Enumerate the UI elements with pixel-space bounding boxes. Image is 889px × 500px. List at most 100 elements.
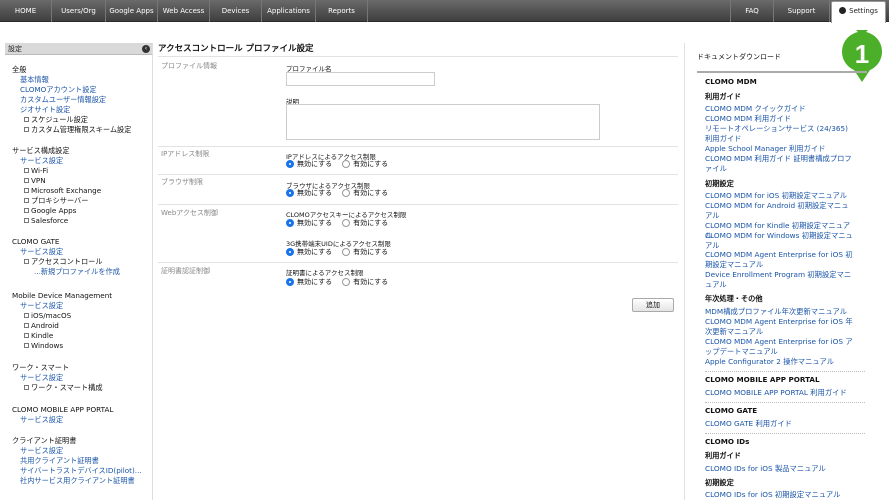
description-textarea[interactable] xyxy=(286,104,600,140)
sidebar-subitem[interactable]: スケジュール設定 xyxy=(12,115,131,125)
new-profile-link[interactable]: ...新規プロファイルを作成 xyxy=(12,267,120,277)
nav-support[interactable]: Support xyxy=(774,0,830,22)
web-key-disable-radio[interactable]: 無効にする xyxy=(286,218,332,228)
sidebar-subitem[interactable]: Google Apps xyxy=(12,206,101,216)
sidebar-subitem[interactable]: iOS/macOS xyxy=(12,311,112,321)
nav-home[interactable]: HOME xyxy=(0,0,52,22)
expand-icon[interactable] xyxy=(24,259,29,264)
browser-disable-radio[interactable]: 無効にする xyxy=(286,188,332,198)
expand-icon[interactable] xyxy=(24,385,29,390)
sidebar-link[interactable]: サービス設定 xyxy=(12,301,112,311)
sidebar-subitem[interactable]: ワーク・スマート構成 xyxy=(12,383,103,393)
nav-reports[interactable]: Reports xyxy=(316,0,368,22)
expand-icon[interactable] xyxy=(24,323,29,328)
download-link[interactable]: CLOMO MDM 利用ガイド 証明書構成プロファイル xyxy=(705,154,853,174)
collapse-icon[interactable]: ‹ xyxy=(142,45,150,53)
expand-icon[interactable] xyxy=(24,127,29,132)
download-link[interactable]: CLOMO MDM 利用ガイド xyxy=(705,114,853,124)
expand-icon[interactable] xyxy=(24,117,29,122)
section-label-ip: IPアドレス制限 xyxy=(161,150,210,158)
download-link[interactable]: CLOMO MDM Agent Enterprise for iOS 初期設定マ… xyxy=(705,250,853,270)
sidebar-subitem[interactable]: アクセスコントロール xyxy=(12,257,120,267)
download-link[interactable]: CLOMO MDM for iOS 初期設定マニュアル xyxy=(705,191,853,201)
download-link[interactable]: CLOMO MOBILE APP PORTAL 利用ガイド xyxy=(705,388,853,398)
sidebar-link[interactable]: サービス設定 xyxy=(12,446,142,456)
download-link[interactable]: Apple School Manager 利用ガイド xyxy=(705,144,853,154)
download-link[interactable]: CLOMO MDM for Windows 初期設定マニュアル xyxy=(705,231,853,251)
web-uid-disable-radio[interactable]: 無効にする xyxy=(286,247,332,257)
expand-icon[interactable] xyxy=(24,208,29,213)
download-link[interactable]: CLOMO GATE 利用ガイド xyxy=(705,419,853,429)
sidebar-link[interactable]: カスタムユーザー情報設定 xyxy=(12,95,131,105)
sidebar-link[interactable]: 社内サービス用クライアント証明書 xyxy=(12,476,142,486)
expand-icon[interactable] xyxy=(24,313,29,318)
download-link[interactable]: CLOMO MDM Agent Enterprise for iOS 年次更新マ… xyxy=(705,317,853,337)
web-key-enable-radio[interactable]: 有効にする xyxy=(342,218,388,228)
nav-devices[interactable]: Devices xyxy=(210,0,262,22)
nav-users-org[interactable]: Users/Org xyxy=(52,0,106,22)
expand-icon[interactable] xyxy=(24,178,29,183)
nav-web-access[interactable]: Web Access xyxy=(158,0,210,22)
sidebar-group-title: Mobile Device Management xyxy=(12,291,113,300)
sidebar-link[interactable]: サービス設定 xyxy=(12,373,103,383)
download-link[interactable]: CLOMO IDs for iOS 製品マニュアル xyxy=(705,464,853,474)
sidebar-subitem[interactable]: Windows xyxy=(12,341,112,351)
expand-icon[interactable] xyxy=(24,188,29,193)
sidebar-link[interactable]: 基本情報 xyxy=(12,75,131,85)
sidebar-subitem[interactable]: Wi-Fi xyxy=(12,166,101,176)
expand-icon[interactable] xyxy=(24,168,29,173)
download-link[interactable]: MDM構成プロファイル年次更新マニュアル xyxy=(705,307,853,317)
radio-selected-icon[interactable] xyxy=(286,189,294,197)
nav-applications[interactable]: Applications xyxy=(262,0,316,22)
sidebar-group-title: ワーク・スマート xyxy=(12,363,70,372)
cert-enable-radio[interactable]: 有効にする xyxy=(342,277,388,287)
sidebar-link[interactable]: 共用クライアント証明書 xyxy=(12,456,142,466)
sidebar-link[interactable]: サービス設定 xyxy=(12,247,120,257)
sidebar-subitem[interactable]: Salesforce xyxy=(12,216,101,226)
ip-radio-group: 無効にする 有効にする xyxy=(286,159,388,169)
expand-icon[interactable] xyxy=(24,218,29,223)
add-button[interactable]: 追加 xyxy=(632,298,674,312)
radio-selected-icon[interactable] xyxy=(286,219,294,227)
sidebar-group-title: クライアント証明書 xyxy=(12,436,77,445)
sidebar-link[interactable]: ジオサイト設定 xyxy=(12,105,131,115)
profile-name-input[interactable] xyxy=(286,72,435,86)
sidebar-group-title: CLOMO GATE xyxy=(12,237,60,246)
download-link[interactable]: Apple Configurator 2 操作マニュアル xyxy=(705,357,853,367)
expand-icon[interactable] xyxy=(24,333,29,338)
sidebar-subitem[interactable]: VPN xyxy=(12,176,101,186)
sidebar-subitem[interactable]: Kindle xyxy=(12,331,112,341)
download-link[interactable]: CLOMO IDs for iOS 初期設定マニュアル xyxy=(705,490,853,500)
sidebar-subitem[interactable]: Microsoft Exchange xyxy=(12,186,101,196)
radio-selected-icon[interactable] xyxy=(286,278,294,286)
download-link[interactable]: CLOMO MDM Agent Enterprise for iOS アップデー… xyxy=(705,337,853,357)
expand-icon[interactable] xyxy=(24,198,29,203)
sidebar-link[interactable]: サービス設定 xyxy=(12,415,113,425)
nav-settings-tab[interactable]: Settings xyxy=(831,1,886,23)
radio-selected-icon[interactable] xyxy=(286,248,294,256)
radio-icon[interactable] xyxy=(342,248,351,256)
cert-disable-radio[interactable]: 無効にする xyxy=(286,277,332,287)
radio-icon[interactable] xyxy=(342,278,351,286)
sidebar-link[interactable]: CLOMOアカウント設定 xyxy=(12,85,131,95)
download-link[interactable]: Device Enrollment Program 初期設定マニュアル xyxy=(705,270,853,290)
web-uid-enable-radio[interactable]: 有効にする xyxy=(342,247,388,257)
ip-disable-radio[interactable]: 無効にする xyxy=(286,159,332,169)
sidebar-link[interactable]: サービス設定 xyxy=(12,156,101,166)
download-link[interactable]: CLOMO MDM クイックガイド xyxy=(705,104,853,114)
expand-icon[interactable] xyxy=(24,343,29,348)
radio-icon[interactable] xyxy=(342,189,351,197)
radio-selected-icon[interactable] xyxy=(286,160,294,168)
sidebar-link[interactable]: サイバートラストデバイスID(pilot)... xyxy=(12,466,142,476)
browser-enable-radio[interactable]: 有効にする xyxy=(342,188,388,198)
sidebar-subitem[interactable]: カスタム管理権限スキーム設定 xyxy=(12,125,131,135)
sidebar-subitem[interactable]: プロキシサーバー xyxy=(12,196,101,206)
download-link[interactable]: CLOMO MDM for Android 初期設定マニュアル xyxy=(705,201,853,221)
radio-icon[interactable] xyxy=(342,219,351,227)
ip-enable-radio[interactable]: 有効にする xyxy=(342,159,388,169)
nav-google-apps[interactable]: Google Apps xyxy=(106,0,158,22)
radio-icon[interactable] xyxy=(342,160,351,168)
nav-faq[interactable]: FAQ xyxy=(730,0,774,22)
sidebar-subitem[interactable]: Android xyxy=(12,321,112,331)
download-link[interactable]: リモートオペレーションサービス (24/365) 利用ガイド xyxy=(705,124,853,144)
